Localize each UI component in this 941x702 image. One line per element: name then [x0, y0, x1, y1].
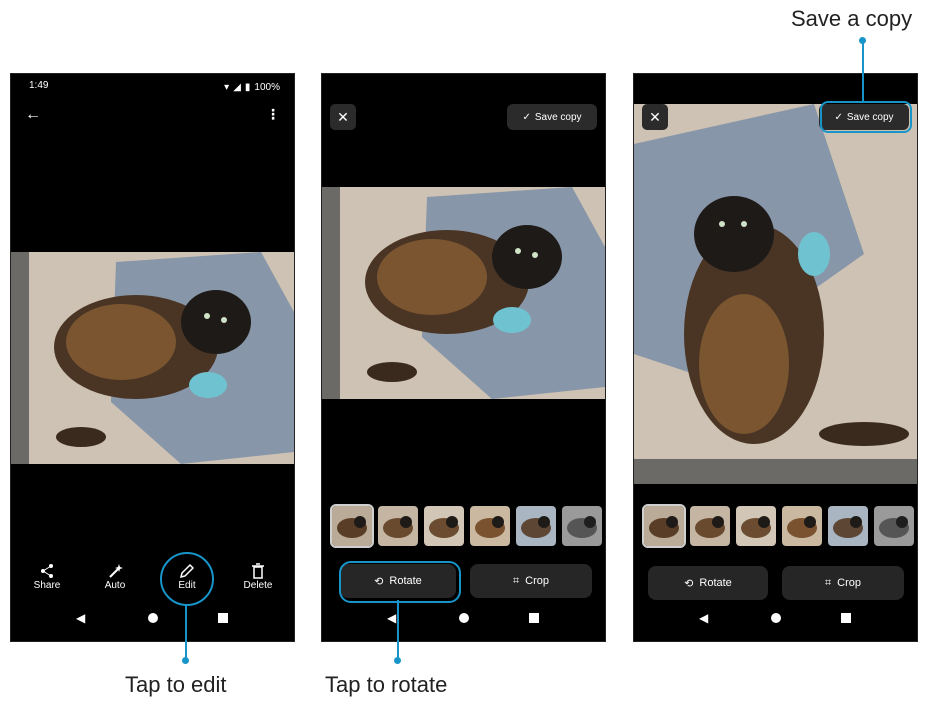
more-options-icon[interactable]: ⋮ [266, 106, 280, 123]
delete-button[interactable]: Delete [232, 562, 284, 591]
edit-highlight-ring [160, 552, 214, 606]
filter-thumbnail[interactable] [642, 504, 686, 548]
phone-screen-rotated: ✕ ✓ Save copy ⟲ Rotate ⌗ Crop ◀ [633, 73, 918, 642]
crop-icon: ⌗ [824, 576, 832, 589]
filter-thumbnail[interactable] [424, 506, 464, 546]
back-nav-icon[interactable]: ◀ [699, 611, 708, 625]
home-nav-icon[interactable] [771, 613, 781, 623]
filter-thumbnail[interactable] [828, 506, 868, 546]
recents-nav-icon[interactable] [529, 613, 539, 623]
caption-tap-to-edit: Tap to edit [125, 672, 227, 697]
back-nav-icon[interactable]: ◀ [76, 611, 85, 625]
navigation-bar: ◀ [11, 611, 294, 627]
edit-callout-dot [182, 657, 189, 664]
recents-nav-icon[interactable] [218, 613, 228, 623]
auto-button[interactable]: Auto [89, 562, 141, 591]
caption-tap-to-rotate: Tap to rotate [325, 672, 448, 697]
filter-thumbnail[interactable] [378, 506, 418, 546]
home-nav-icon[interactable] [148, 613, 158, 623]
crop-label: Crop [525, 575, 550, 587]
auto-label: Auto [104, 580, 126, 591]
phone-screen-view: 1:49 ▾ ◢ ▮ 100% ← ⋮ Share Auto Edit Dele… [10, 73, 295, 642]
rotated-cat-photo [634, 104, 917, 484]
share-label: Share [33, 580, 61, 591]
crop-button[interactable]: ⌗ Crop [470, 564, 592, 598]
share-icon [21, 562, 73, 580]
magic-wand-icon [89, 562, 141, 580]
status-bar: 1:49 ▾ ◢ ▮ 100% [29, 80, 280, 94]
battery-level: 100% [254, 81, 280, 93]
save-copy-label: Save copy [534, 111, 582, 123]
crop-button[interactable]: ⌗ Crop [782, 566, 904, 600]
filter-thumbnail[interactable] [516, 506, 556, 546]
cat-photo [322, 187, 605, 399]
delete-label: Delete [243, 580, 273, 591]
crop-label: Crop [837, 577, 862, 589]
battery-icon: ▮ [244, 81, 251, 93]
close-button[interactable]: ✕ [330, 104, 356, 130]
caption-save-a-copy: Save a copy [791, 6, 913, 31]
rotate-icon: ⟲ [684, 577, 694, 590]
filter-thumbnail[interactable] [470, 506, 510, 546]
close-icon: ✕ [337, 108, 349, 125]
save-copy-button[interactable]: ✓ Save copy [507, 104, 597, 130]
rotate-callout-dot [394, 657, 401, 664]
cat-photo [11, 252, 294, 464]
filter-thumbnail[interactable] [736, 506, 776, 546]
signal-icon: ◢ [233, 81, 241, 93]
home-nav-icon[interactable] [459, 613, 469, 623]
navigation-bar: ◀ [322, 611, 605, 627]
close-icon: ✕ [649, 108, 661, 125]
rotate-callout-line [397, 600, 399, 660]
filter-thumbnail[interactable] [874, 506, 914, 546]
share-button[interactable]: Share [21, 562, 73, 591]
save-callout-line [862, 40, 864, 102]
filter-thumbnail[interactable] [690, 506, 730, 546]
rotate-highlight-ring [339, 561, 461, 603]
trash-icon [232, 562, 284, 580]
navigation-bar: ◀ [634, 611, 917, 627]
save-highlight-ring [820, 101, 912, 133]
back-nav-icon[interactable]: ◀ [387, 611, 396, 625]
recents-nav-icon[interactable] [841, 613, 851, 623]
filter-thumbnail[interactable] [330, 504, 374, 548]
close-button[interactable]: ✕ [642, 104, 668, 130]
filter-thumbnail[interactable] [782, 506, 822, 546]
back-arrow-icon[interactable]: ← [25, 106, 41, 124]
wifi-icon: ▾ [224, 81, 230, 93]
filter-thumbnails [330, 504, 605, 548]
rotate-label: Rotate [699, 577, 732, 589]
rotate-button[interactable]: ⟲ Rotate [648, 566, 768, 600]
edit-callout-line [185, 604, 187, 660]
phone-screen-editor: ✕ ✓ Save copy ⟲ Rotate ⌗ Crop ◀ [321, 73, 606, 642]
crop-icon: ⌗ [512, 574, 520, 587]
filter-thumbnail[interactable] [562, 506, 602, 546]
filter-thumbnails [642, 504, 917, 548]
checkmark-icon: ✓ [522, 111, 531, 123]
status-time: 1:49 [29, 80, 49, 91]
